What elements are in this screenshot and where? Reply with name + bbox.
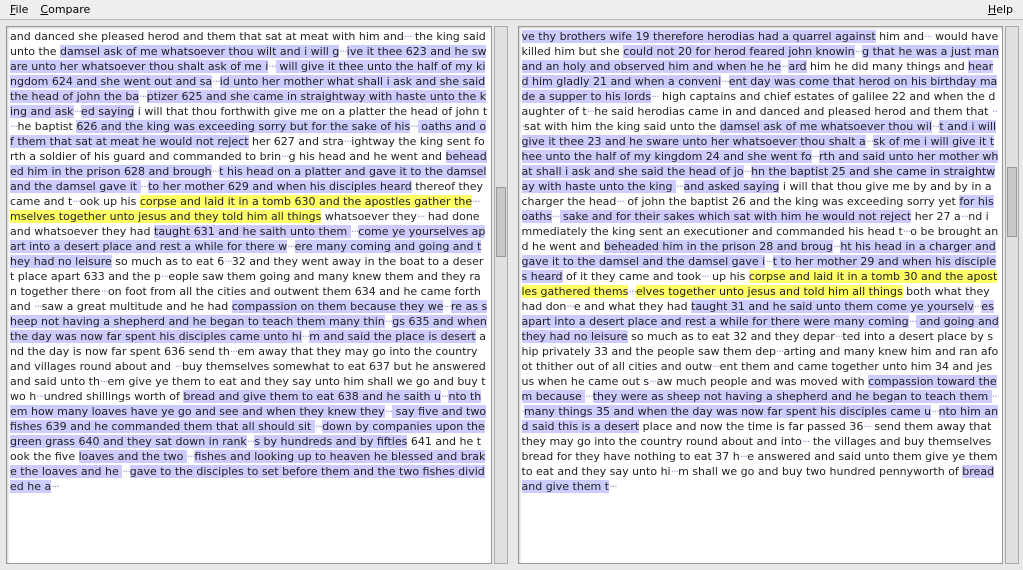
right-pane: ve thy brothers wife 19 therefore herodi… (512, 20, 1023, 570)
text-run: him he did many things and (807, 60, 969, 73)
text-run: m shall we go and buy two hundred pennyw… (678, 465, 962, 478)
text-run: of john the baptist 26 and the king was … (624, 195, 959, 208)
line-dots: ··· (649, 375, 657, 388)
text-run: place and now the time is far passed 36 (639, 420, 863, 433)
text-run: e and what they had (574, 300, 691, 313)
menu-help[interactable]: Help (982, 1, 1019, 18)
text-run: up his (709, 270, 749, 283)
line-dots: ··· (72, 195, 80, 208)
left-pane: and danced she pleased herod and them th… (0, 20, 512, 570)
diff-run: compassion on them because they we (232, 300, 444, 313)
text-run: sat with him the king said unto the (524, 120, 720, 133)
line-dots: ··· (339, 45, 347, 58)
line-dots: ··· (931, 405, 939, 418)
line-dots: ··· (671, 465, 679, 478)
diff-run: could not 20 for herod feared john knowi… (623, 45, 854, 58)
diff-run: to her mother 629 and when his disciples… (148, 180, 412, 193)
diff-run: bread and give them to eat 638 and he sa… (183, 390, 441, 403)
diff-run: s by hundreds and by fifties (254, 435, 407, 448)
line-dots: ··· (721, 75, 729, 88)
line-dots: ··· (552, 210, 560, 223)
diff-run: 626 and the king was exceeding sorry but… (76, 120, 410, 133)
diff-run: ed saying (81, 105, 134, 118)
selected-run: mselves together unto jesus and they tol… (10, 210, 321, 223)
diff-run: loaves and the two (79, 450, 187, 463)
left-scrollbar[interactable] (494, 26, 508, 564)
diff-run: ve thy brothers wife 19 therefore herodi… (522, 30, 876, 43)
text-run: him and (876, 30, 924, 43)
line-dots: ··· (585, 390, 593, 403)
text-run: he baptist (18, 120, 77, 133)
line-dots: ··· (712, 360, 720, 373)
text-run: her 627 and stra (249, 135, 344, 148)
text-run: so much as to eat 32 and they depar (628, 330, 835, 343)
selected-run: elves together unto jesus and told him a… (636, 285, 903, 298)
line-dots: ··· (281, 150, 289, 163)
line-dots: ··· (224, 255, 232, 268)
line-dots: ··· (651, 90, 659, 103)
selected-run: corpse and laid it in a tomb 630 and the… (140, 195, 472, 208)
line-dots: ··· (141, 180, 149, 193)
line-dots: ··· (443, 300, 451, 313)
line-dots: ··· (616, 195, 624, 208)
line-dots: ··· (268, 60, 276, 73)
right-scrollbar[interactable] (1005, 26, 1019, 564)
line-dots: ··· (628, 285, 636, 298)
text-run: g his head and he went and (289, 150, 446, 163)
diff-run: m and said the place is desert (309, 330, 475, 343)
diff-run: they were as sheep not having a shepherd… (593, 390, 992, 403)
content-area: and danced she pleased herod and them th… (0, 20, 1023, 570)
line-dots: ··· (812, 150, 820, 163)
line-dots: ··· (36, 390, 44, 403)
menubar: File Compare Help (0, 0, 1023, 20)
text-run: saw a great multitude and he had (42, 300, 232, 313)
line-dots: ··· (34, 300, 42, 313)
left-scrollbar-thumb[interactable] (496, 187, 506, 257)
left-text-body[interactable]: and danced she pleased herod and them th… (6, 26, 492, 564)
line-dots: ··· (472, 195, 480, 208)
text-run: ook up his (80, 195, 140, 208)
right-scrollbar-thumb[interactable] (1007, 167, 1017, 237)
line-dots: ··· (924, 30, 932, 43)
line-dots: ··· (74, 105, 82, 118)
diff-run: damsel ask of me whatsoever thou wil (720, 120, 932, 133)
diff-run: beheaded him in the prison 28 and broug (604, 240, 833, 253)
line-dots: ··· (609, 480, 617, 493)
diff-run: taught 31 and he said unto them come ye … (691, 300, 974, 313)
line-dots: ··· (744, 165, 752, 178)
diff-run: many things 35 and when the day was now … (524, 405, 931, 418)
line-dots: ··· (410, 120, 418, 133)
text-run: i will that thou forthwith give me on a … (134, 105, 487, 118)
line-dots: ··· (765, 255, 773, 268)
line-dots: ··· (139, 90, 147, 103)
line-dots: ··· (212, 75, 220, 88)
line-dots: ··· (863, 420, 871, 433)
line-dots: ··· (676, 180, 684, 193)
text-run: of it they came and took (563, 270, 702, 283)
line-dots: ··· (122, 465, 130, 478)
line-dots: ··· (100, 285, 108, 298)
menu-file[interactable]: File (4, 1, 34, 18)
text-run: so much as to eat 6 (112, 255, 224, 268)
diff-run: ard (788, 60, 806, 73)
line-dots: ··· (701, 270, 709, 283)
line-dots: ··· (10, 120, 18, 133)
diff-run: taught 631 and he saith unto them (154, 225, 351, 238)
diff-run: sake and for their sakes which sat with … (560, 210, 912, 223)
line-dots: ··· (909, 315, 917, 328)
line-dots: ··· (566, 300, 574, 313)
text-run: and danced she pleased herod and them th… (10, 30, 404, 43)
text-run: whatsoever they (321, 210, 417, 223)
text-run: he said herodias came in and danced and … (594, 105, 992, 118)
line-dots: ··· (287, 240, 295, 253)
diff-run: damsel ask of me whatsoever thou wilt an… (60, 45, 339, 58)
menu-compare[interactable]: Compare (34, 1, 96, 18)
line-dots: ··· (174, 360, 182, 373)
text-run: aw much people and was moved with (657, 375, 868, 388)
diff-run: and asked saying (684, 180, 780, 193)
line-dots: ··· (51, 480, 59, 493)
right-text-body[interactable]: ve thy brothers wife 19 therefore herodi… (518, 26, 1004, 564)
text-run: her 27 a (911, 210, 961, 223)
text-run: undred shillings worth of (44, 390, 184, 403)
